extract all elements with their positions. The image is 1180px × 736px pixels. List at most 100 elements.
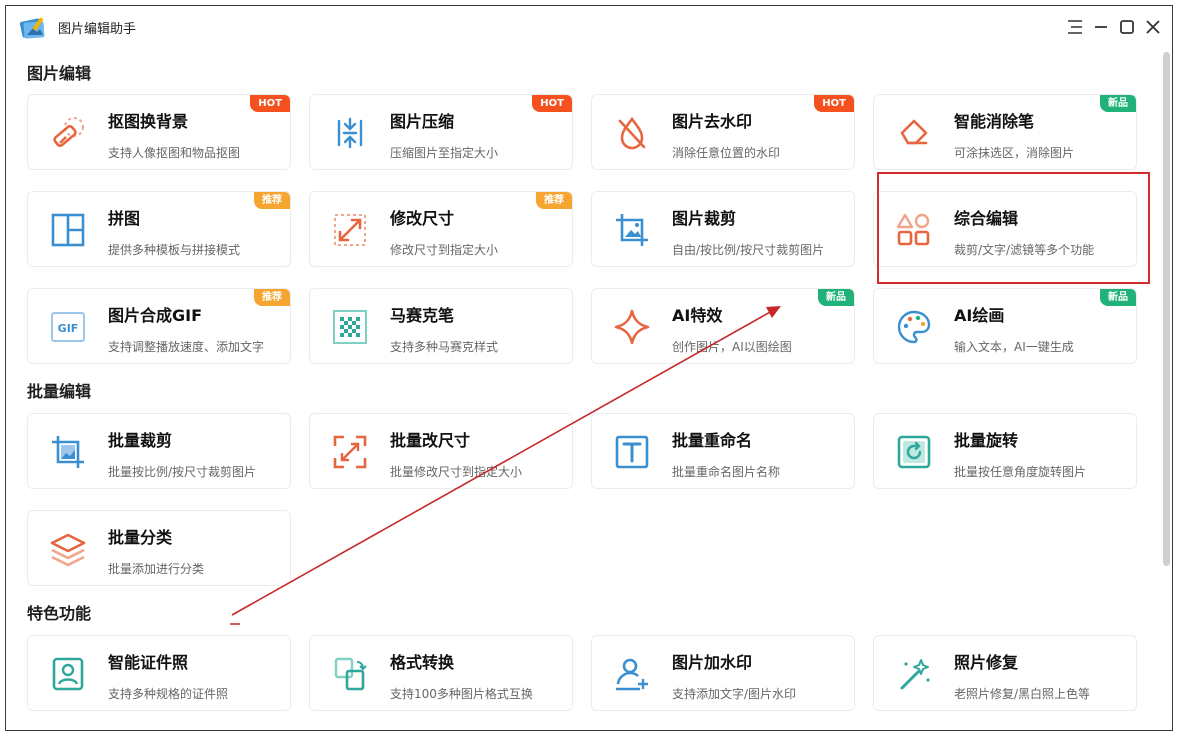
card-desc: 输入文本，AI一键生成 xyxy=(954,340,1074,354)
card-desc: 支持多种规格的证件照 xyxy=(108,687,229,701)
card-ai-effect[interactable]: AI特效 创作图片，AI以图绘图 新品 xyxy=(591,288,855,364)
card-desc: 支持添加文字/图片水印 xyxy=(672,687,797,701)
card-batch-rotate[interactable]: 批量旋转 批量按任意角度旋转图片 xyxy=(873,413,1137,489)
svg-text:GIF: GIF xyxy=(58,322,79,335)
vertical-scrollbar[interactable] xyxy=(1163,52,1170,566)
compress-icon xyxy=(330,113,370,153)
hot-badge: HOT xyxy=(814,95,854,112)
card-photo-restore[interactable]: 照片修复 老照片修复/黑白照上色等 xyxy=(873,635,1137,711)
card-desc: 批量按任意角度旋转图片 xyxy=(954,465,1087,479)
card-title: 抠图换背景 xyxy=(108,112,189,131)
id-photo-icon xyxy=(48,654,88,694)
card-title: 批量改尺寸 xyxy=(390,431,471,450)
app-logo-icon xyxy=(18,14,48,42)
magic-wand-icon xyxy=(894,654,934,694)
text-rename-icon xyxy=(612,432,652,472)
batch-crop-icon xyxy=(48,432,88,472)
convert-icon xyxy=(330,654,370,694)
close-icon[interactable] xyxy=(1142,16,1164,38)
card-title: 拼图 xyxy=(108,209,141,228)
eraser-icon xyxy=(48,113,88,153)
card-desc: 批量按比例/按尺寸裁剪图片 xyxy=(108,465,257,479)
card-add-watermark[interactable]: 图片加水印 支持添加文字/图片水印 xyxy=(591,635,855,711)
card-title: 批量裁剪 xyxy=(108,431,173,450)
app-window: 图片编辑助手 图片编辑 批量编辑 特色功能 抠图换背景 支持人像抠图和物品抠图 … xyxy=(5,5,1173,731)
card-desc: 提供多种模板与拼接模式 xyxy=(108,243,241,257)
collage-icon xyxy=(48,210,88,250)
card-ai-painting[interactable]: AI绘画 输入文本，AI一键生成 新品 xyxy=(873,288,1137,364)
card-title: 智能消除笔 xyxy=(954,112,1035,131)
droplet-off-icon xyxy=(612,113,652,153)
card-title: 马赛克笔 xyxy=(390,306,455,325)
crop-icon xyxy=(612,210,652,250)
card-gif-maker[interactable]: GIF 图片合成GIF 支持调整播放速度、添加文字 推荐 xyxy=(27,288,291,364)
card-desc: 批量修改尺寸到指定大小 xyxy=(390,465,523,479)
card-title: 图片裁剪 xyxy=(672,209,737,228)
card-collage[interactable]: 拼图 提供多种模板与拼接模式 推荐 xyxy=(27,191,291,267)
card-image-compress[interactable]: 图片压缩 压缩图片至指定大小 HOT xyxy=(309,94,573,170)
card-desc: 批量重命名图片名称 xyxy=(672,465,781,479)
hot-badge: HOT xyxy=(532,95,572,112)
card-desc: 创作图片，AI以图绘图 xyxy=(672,340,792,354)
gif-icon: GIF xyxy=(48,307,88,347)
sparkle-icon xyxy=(612,307,652,347)
card-desc: 批量添加进行分类 xyxy=(108,562,205,576)
palette-icon xyxy=(894,307,934,347)
card-batch-rename[interactable]: 批量重命名 批量重命名图片名称 xyxy=(591,413,855,489)
card-batch-crop[interactable]: 批量裁剪 批量按比例/按尺寸裁剪图片 xyxy=(27,413,291,489)
new-badge: 新品 xyxy=(1100,95,1136,112)
card-resize[interactable]: 修改尺寸 修改尺寸到指定大小 推荐 xyxy=(309,191,573,267)
annotation-highlight-box xyxy=(877,172,1150,284)
card-title: 批量分类 xyxy=(108,528,173,547)
card-image-crop[interactable]: 图片裁剪 自由/按比例/按尺寸裁剪图片 xyxy=(591,191,855,267)
section-title-batch: 批量编辑 xyxy=(27,382,92,401)
card-desc: 自由/按比例/按尺寸裁剪图片 xyxy=(672,243,825,257)
card-title: 照片修复 xyxy=(954,653,1019,672)
card-title: AI绘画 xyxy=(954,306,1005,325)
card-title: 修改尺寸 xyxy=(390,209,455,228)
app-title: 图片编辑助手 xyxy=(58,22,137,37)
section-title-feature: 特色功能 xyxy=(27,604,92,623)
eraser-pen-icon xyxy=(894,113,934,153)
card-remove-watermark[interactable]: 图片去水印 消除任意位置的水印 HOT xyxy=(591,94,855,170)
card-title: 图片压缩 xyxy=(390,112,455,131)
card-desc: 修改尺寸到指定大小 xyxy=(390,243,499,257)
mosaic-icon xyxy=(330,307,370,347)
card-title: 批量重命名 xyxy=(672,431,753,450)
card-desc: 压缩图片至指定大小 xyxy=(390,146,499,160)
card-desc: 消除任意位置的水印 xyxy=(672,146,781,160)
card-desc: 可涂抹选区，消除图片 xyxy=(954,146,1075,160)
card-mosaic-pen[interactable]: 马赛克笔 支持多种马赛克样式 xyxy=(309,288,573,364)
card-smart-eraser[interactable]: 智能消除笔 可涂抹选区，消除图片 新品 xyxy=(873,94,1137,170)
batch-resize-icon xyxy=(330,432,370,472)
new-badge: 新品 xyxy=(1100,289,1136,306)
layers-icon xyxy=(48,529,88,569)
recommend-badge: 推荐 xyxy=(254,289,290,306)
hot-badge: HOT xyxy=(250,95,290,112)
card-title: 图片合成GIF xyxy=(108,306,203,325)
card-title: 图片去水印 xyxy=(672,112,753,131)
new-badge: 新品 xyxy=(818,289,854,306)
card-desc: 支持人像抠图和物品抠图 xyxy=(108,146,241,160)
maximize-icon[interactable] xyxy=(1116,16,1138,38)
card-format-convert[interactable]: 格式转换 支持100多种图片格式互换 xyxy=(309,635,573,711)
rotate-icon xyxy=(894,432,934,472)
resize-icon xyxy=(330,210,370,250)
card-batch-resize[interactable]: 批量改尺寸 批量修改尺寸到指定大小 xyxy=(309,413,573,489)
add-watermark-icon xyxy=(612,654,652,694)
minimize-icon[interactable] xyxy=(1090,16,1112,38)
card-desc: 支持调整播放速度、添加文字 xyxy=(108,340,265,354)
card-title: 批量旋转 xyxy=(954,431,1019,450)
card-cutout-background[interactable]: 抠图换背景 支持人像抠图和物品抠图 HOT xyxy=(27,94,291,170)
menu-icon[interactable] xyxy=(1064,16,1086,38)
section-title-edit: 图片编辑 xyxy=(27,64,92,83)
card-id-photo[interactable]: 智能证件照 支持多种规格的证件照 xyxy=(27,635,291,711)
card-title: AI特效 xyxy=(672,306,723,325)
title-bar: 图片编辑助手 xyxy=(6,6,1172,48)
recommend-badge: 推荐 xyxy=(536,192,572,209)
card-title: 智能证件照 xyxy=(108,653,189,672)
card-title: 图片加水印 xyxy=(672,653,753,672)
card-desc: 支持多种马赛克样式 xyxy=(390,340,499,354)
card-batch-classify[interactable]: 批量分类 批量添加进行分类 xyxy=(27,510,291,586)
recommend-badge: 推荐 xyxy=(254,192,290,209)
